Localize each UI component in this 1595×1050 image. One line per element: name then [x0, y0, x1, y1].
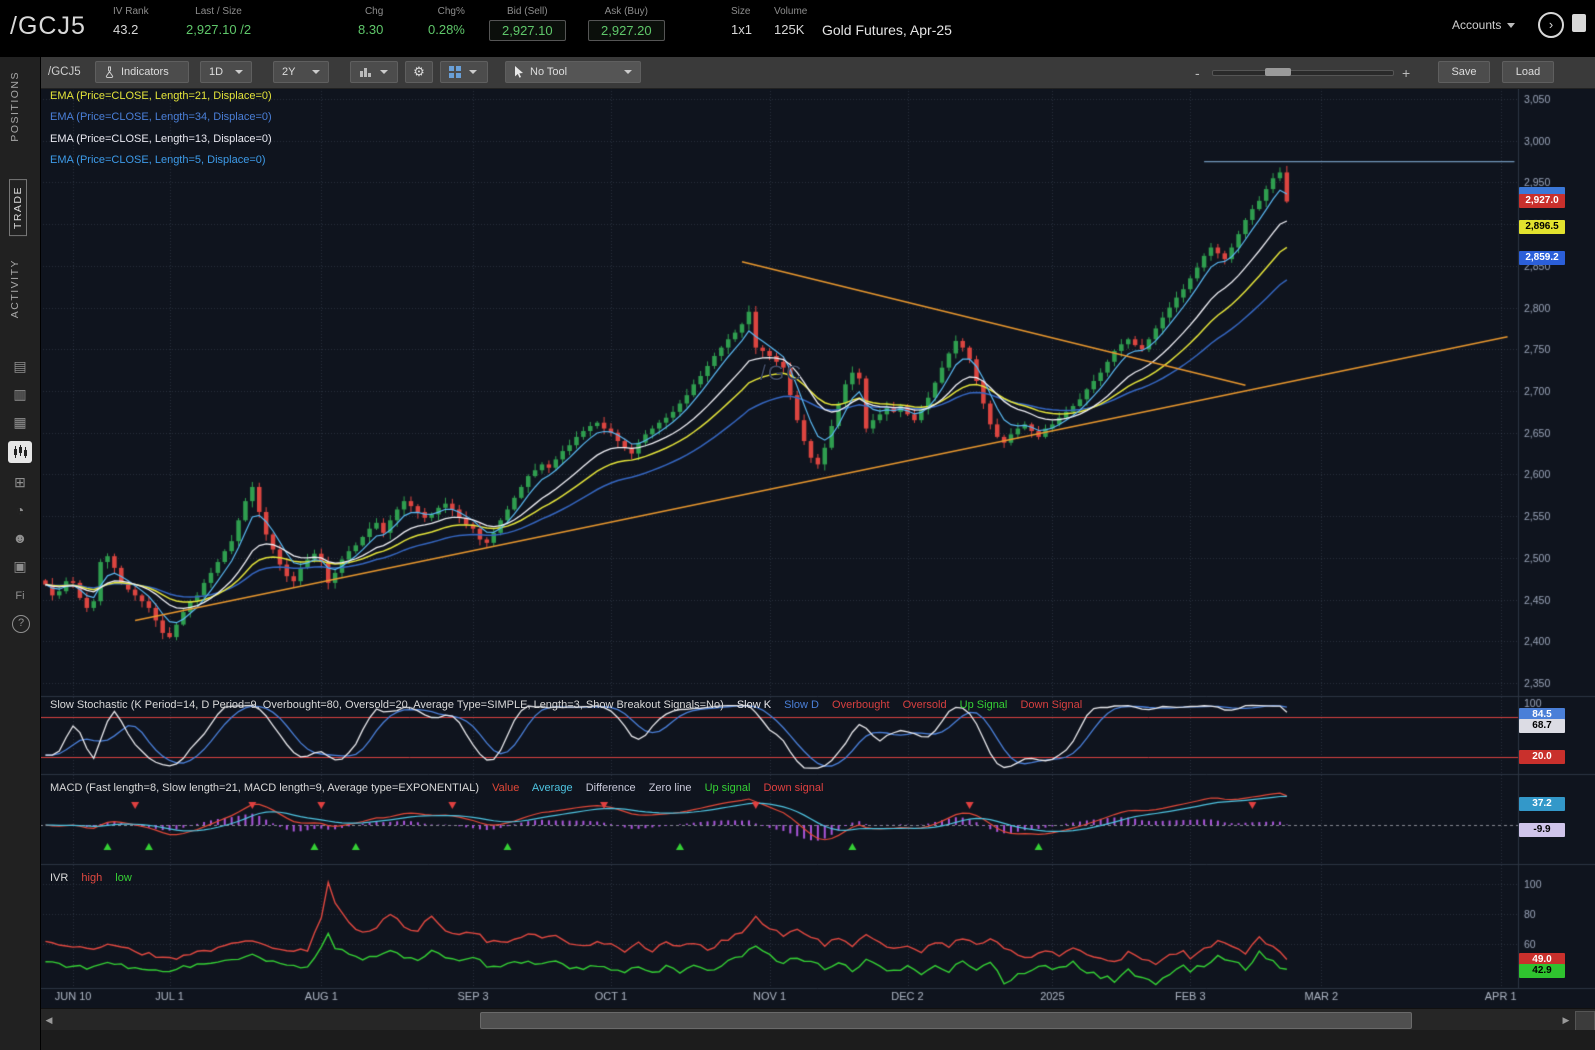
chevron-down-icon: [624, 70, 632, 74]
chg-value: 8.30: [358, 22, 384, 37]
left-sidebar: POSITIONS TRADE ACTIVITY ▤ ▥ ▦ ⊞ ◔ ☻ ▣ F…: [0, 57, 41, 1050]
cursor-icon: [515, 66, 523, 78]
size-field: Size 1x1: [731, 6, 752, 37]
zoom-slider-thumb[interactable]: [1265, 68, 1291, 76]
chevron-down-icon: [312, 70, 320, 74]
help-icon[interactable]: ?: [12, 615, 30, 633]
candlestick-glyph: [14, 445, 27, 458]
chg-pct-label: Chg%: [437, 6, 465, 17]
panel-toggle-icon[interactable]: [1572, 14, 1586, 32]
symbol-title: /GCJ5: [10, 12, 86, 40]
grid-icon: [449, 66, 461, 78]
support-circle-icon[interactable]: ›: [1538, 12, 1564, 38]
zoom-out-button[interactable]: -: [1195, 65, 1200, 81]
volume-value: 125K: [774, 22, 805, 37]
scrollbar-corner-button[interactable]: [1575, 1011, 1595, 1031]
last-size-label: Last / Size: [195, 6, 242, 17]
chart-style-dropdown[interactable]: [350, 61, 398, 83]
clients-icon[interactable]: ☻: [8, 527, 32, 549]
report-icon[interactable]: ▤: [8, 355, 32, 377]
range-dropdown[interactable]: 2Y: [273, 61, 329, 83]
drawing-tool-value: No Tool: [530, 66, 568, 78]
charts-icon[interactable]: [8, 441, 32, 463]
contract-description: Gold Futures, Apr-25: [822, 22, 952, 38]
scrollbar-thumb[interactable]: [480, 1012, 1412, 1029]
volume-field: Volume 125K: [774, 6, 807, 37]
volume-label: Volume: [774, 6, 808, 17]
iv-rank-field: IV Rank 43.2: [113, 6, 149, 37]
load-button[interactable]: Load: [1502, 61, 1554, 83]
chg-pct-value: 0.28%: [428, 22, 465, 37]
scroll-right-icon[interactable]: ▶: [1559, 1013, 1573, 1027]
beaker-icon: [105, 66, 114, 78]
iv-rank-value: 43.2: [113, 22, 139, 37]
app-window: /GCJ5 IV Rank 43.2 Last / Size 2,927.10 …: [0, 0, 1595, 1050]
size-value: 1x1: [731, 22, 752, 37]
range-value: 2Y: [282, 66, 296, 78]
toolbar-symbol-label: /GCJ5: [48, 66, 81, 78]
iv-rank-label: IV Rank: [113, 6, 149, 17]
timeframe-value: 1D: [209, 66, 224, 78]
indicators-label: Indicators: [121, 66, 169, 78]
chevron-down-icon: [469, 70, 477, 74]
bid-field: Bid (Sell) 2,927.10: [489, 6, 566, 41]
chart-toolbar: /GCJ5 Indicators 1D 2Y ⚙ No Tool - + Sav…: [40, 57, 1595, 89]
scroll-left-icon[interactable]: ◀: [42, 1013, 56, 1027]
accounts-label: Accounts: [1452, 18, 1502, 32]
bid-label: Bid (Sell): [507, 6, 548, 17]
quote-header: /GCJ5 IV Rank 43.2 Last / Size 2,927.10 …: [0, 0, 1595, 57]
chevron-down-icon: [235, 70, 243, 74]
forex-icon[interactable]: Fi: [8, 585, 32, 607]
zoom-slider[interactable]: [1212, 68, 1394, 76]
price-chart[interactable]: [40, 88, 1595, 1008]
size-label: Size: [731, 6, 751, 17]
sidebar-tab-trade[interactable]: TRADE: [9, 179, 27, 237]
grid-layout-dropdown[interactable]: [440, 61, 488, 83]
chevron-down-icon: [380, 70, 388, 74]
widgets-icon[interactable]: ⊞: [8, 471, 32, 493]
chart-type-icon: [360, 68, 371, 77]
chg-label: Chg: [364, 6, 384, 17]
last-size-field: Last / Size 2,927.10 /2: [186, 6, 251, 37]
indicators-button[interactable]: Indicators: [95, 61, 189, 83]
watchlist-icon[interactable]: ▥: [8, 383, 32, 405]
timeframe-dropdown[interactable]: 1D: [200, 61, 252, 83]
sidebar-tab-positions[interactable]: POSITIONS: [9, 71, 21, 142]
chg-field: Chg 8.30: [358, 6, 383, 37]
ask-field: Ask (Buy) 2,927.20: [588, 6, 665, 41]
ask-button[interactable]: 2,927.20: [588, 20, 665, 41]
last-size-value: 2,927.10 /2: [186, 22, 252, 37]
chart-settings-button[interactable]: ⚙: [405, 61, 433, 83]
save-button[interactable]: Save: [1438, 61, 1490, 83]
accounts-menu[interactable]: Accounts: [1452, 18, 1516, 32]
drawing-tool-dropdown[interactable]: No Tool: [505, 61, 641, 83]
chevron-down-icon: [1507, 22, 1516, 28]
bottom-strip: [40, 1030, 1595, 1050]
capture-icon[interactable]: ▣: [8, 555, 32, 577]
zoom-in-button[interactable]: +: [1402, 65, 1410, 81]
calendar-icon[interactable]: ▦: [8, 411, 32, 433]
bid-button[interactable]: 2,927.10: [489, 20, 566, 41]
chg-pct-field: Chg% 0.28%: [428, 6, 465, 37]
ask-label: Ask (Buy): [604, 6, 648, 17]
history-icon[interactable]: ◔: [8, 499, 32, 521]
gear-icon: ⚙: [413, 64, 425, 79]
chart-scrollbar[interactable]: ◀ ▶: [40, 1008, 1595, 1031]
sidebar-tab-activity[interactable]: ACTIVITY: [9, 259, 21, 318]
